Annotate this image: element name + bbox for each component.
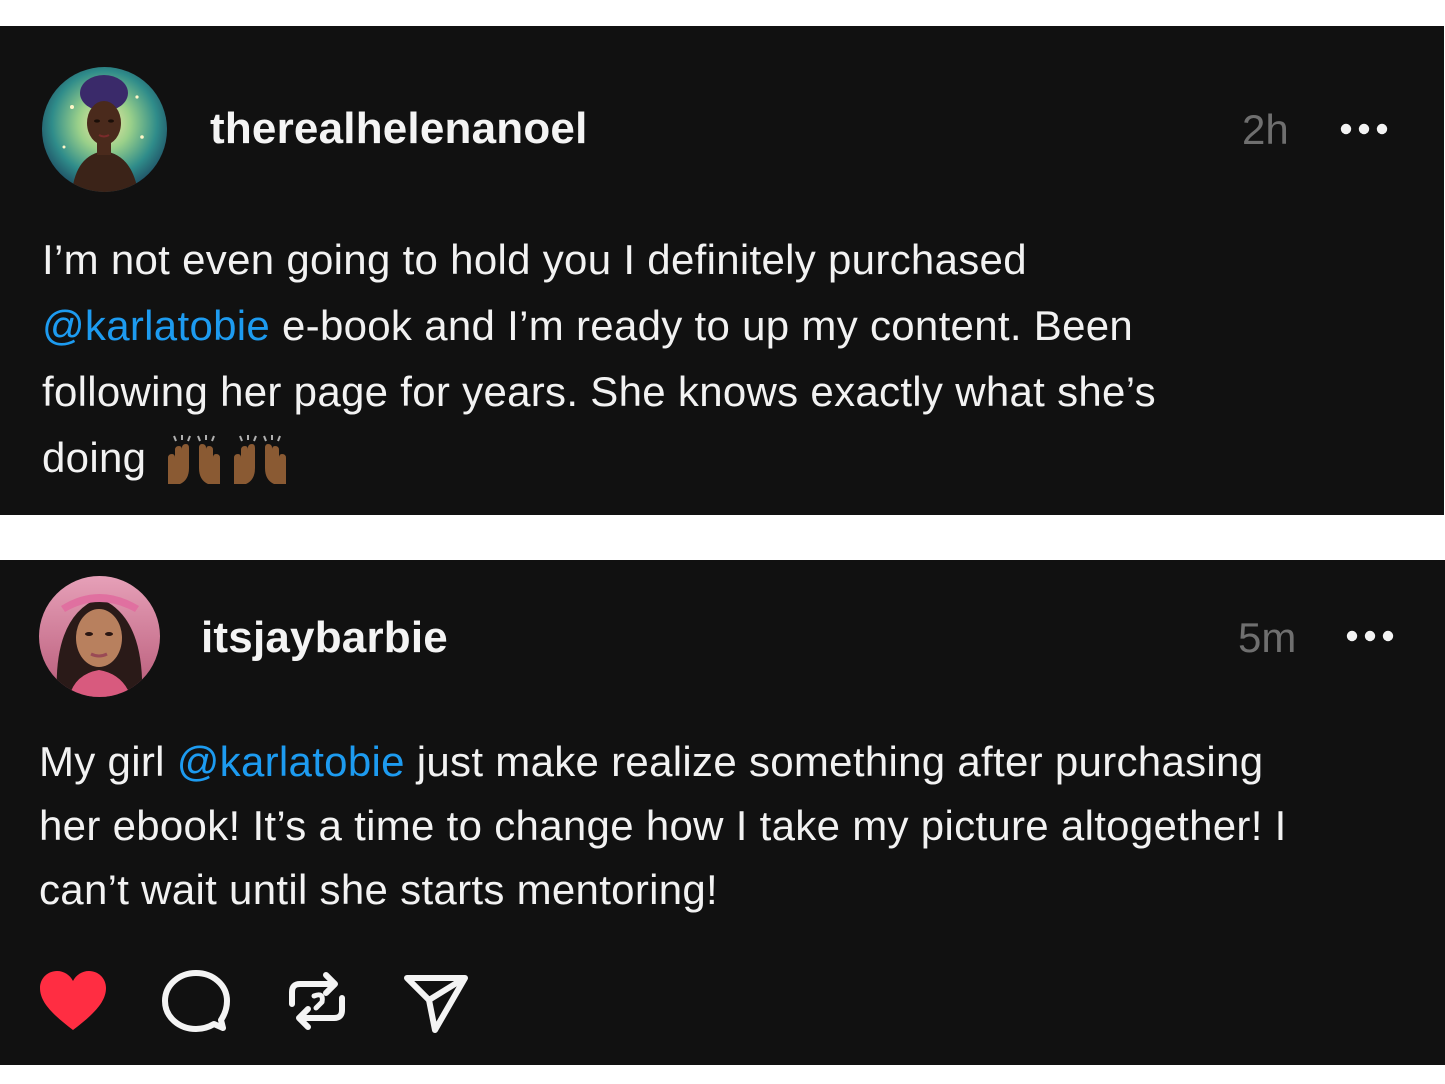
username[interactable]: therealhelenanoel	[210, 104, 588, 154]
text-segment: My girl	[39, 738, 177, 785]
avatar[interactable]	[42, 67, 167, 192]
more-horizontal-icon	[1346, 630, 1394, 642]
post-timestamp: 5m	[1238, 614, 1297, 661]
share-button[interactable]	[401, 968, 471, 1034]
more-horizontal-icon	[1340, 123, 1388, 135]
text-segment: just make realize something after purcha…	[404, 738, 1264, 785]
post-text: I’m not even going to hold you I definit…	[42, 227, 1372, 491]
raising-hands-icon	[234, 435, 287, 484]
username[interactable]: itsjaybarbie	[201, 613, 448, 663]
like-button[interactable]	[38, 968, 108, 1034]
text-segment: doing	[42, 434, 147, 481]
repost-button[interactable]	[282, 968, 352, 1034]
more-options-button[interactable]	[1340, 123, 1388, 135]
mention-link[interactable]: @karlatobie	[42, 302, 270, 349]
post-text-line: @karlatobie e-book and I’m ready to up m…	[42, 293, 1372, 359]
avatar-image-icon	[39, 576, 160, 697]
text-segment: I’m not even going to hold you I definit…	[42, 236, 1027, 283]
more-options-button[interactable]	[1346, 630, 1394, 642]
avatar[interactable]	[39, 576, 160, 697]
post-card: itsjaybarbie 5m My girl @karlatobie just…	[0, 560, 1445, 1065]
post-text-line: doing	[42, 425, 1372, 491]
post-card: therealhelenanoel 2h I’m not even going …	[0, 26, 1444, 515]
text-segment: e-book and I’m ready to up my content. B…	[270, 302, 1134, 349]
text-segment: following her page for years. She knows …	[42, 368, 1156, 415]
post-timestamp: 2h	[1242, 106, 1289, 153]
repost-icon	[289, 972, 345, 1030]
reply-button[interactable]	[161, 968, 231, 1034]
post-text-line: following her page for years. She knows …	[42, 359, 1372, 425]
post-text-line: I’m not even going to hold you I definit…	[42, 227, 1372, 293]
post-text-line: her ebook! It’s a time to change how I t…	[39, 794, 1419, 858]
mention-link[interactable]: @karlatobie	[177, 738, 405, 785]
post-text-line: can’t wait until she starts mentoring!	[39, 858, 1419, 922]
heart-icon	[40, 971, 106, 1030]
avatar-image-icon	[42, 67, 167, 192]
post-text-line: My girl @karlatobie just make realize so…	[39, 730, 1419, 794]
text-segment: her ebook! It’s a time to change how I t…	[39, 802, 1287, 849]
raising-hands-icon	[168, 435, 221, 484]
speech-bubble-icon	[162, 970, 230, 1032]
text-segment: can’t wait until she starts mentoring!	[39, 866, 719, 913]
paper-plane-icon	[404, 975, 468, 1033]
post-text: My girl @karlatobie just make realize so…	[39, 730, 1419, 922]
